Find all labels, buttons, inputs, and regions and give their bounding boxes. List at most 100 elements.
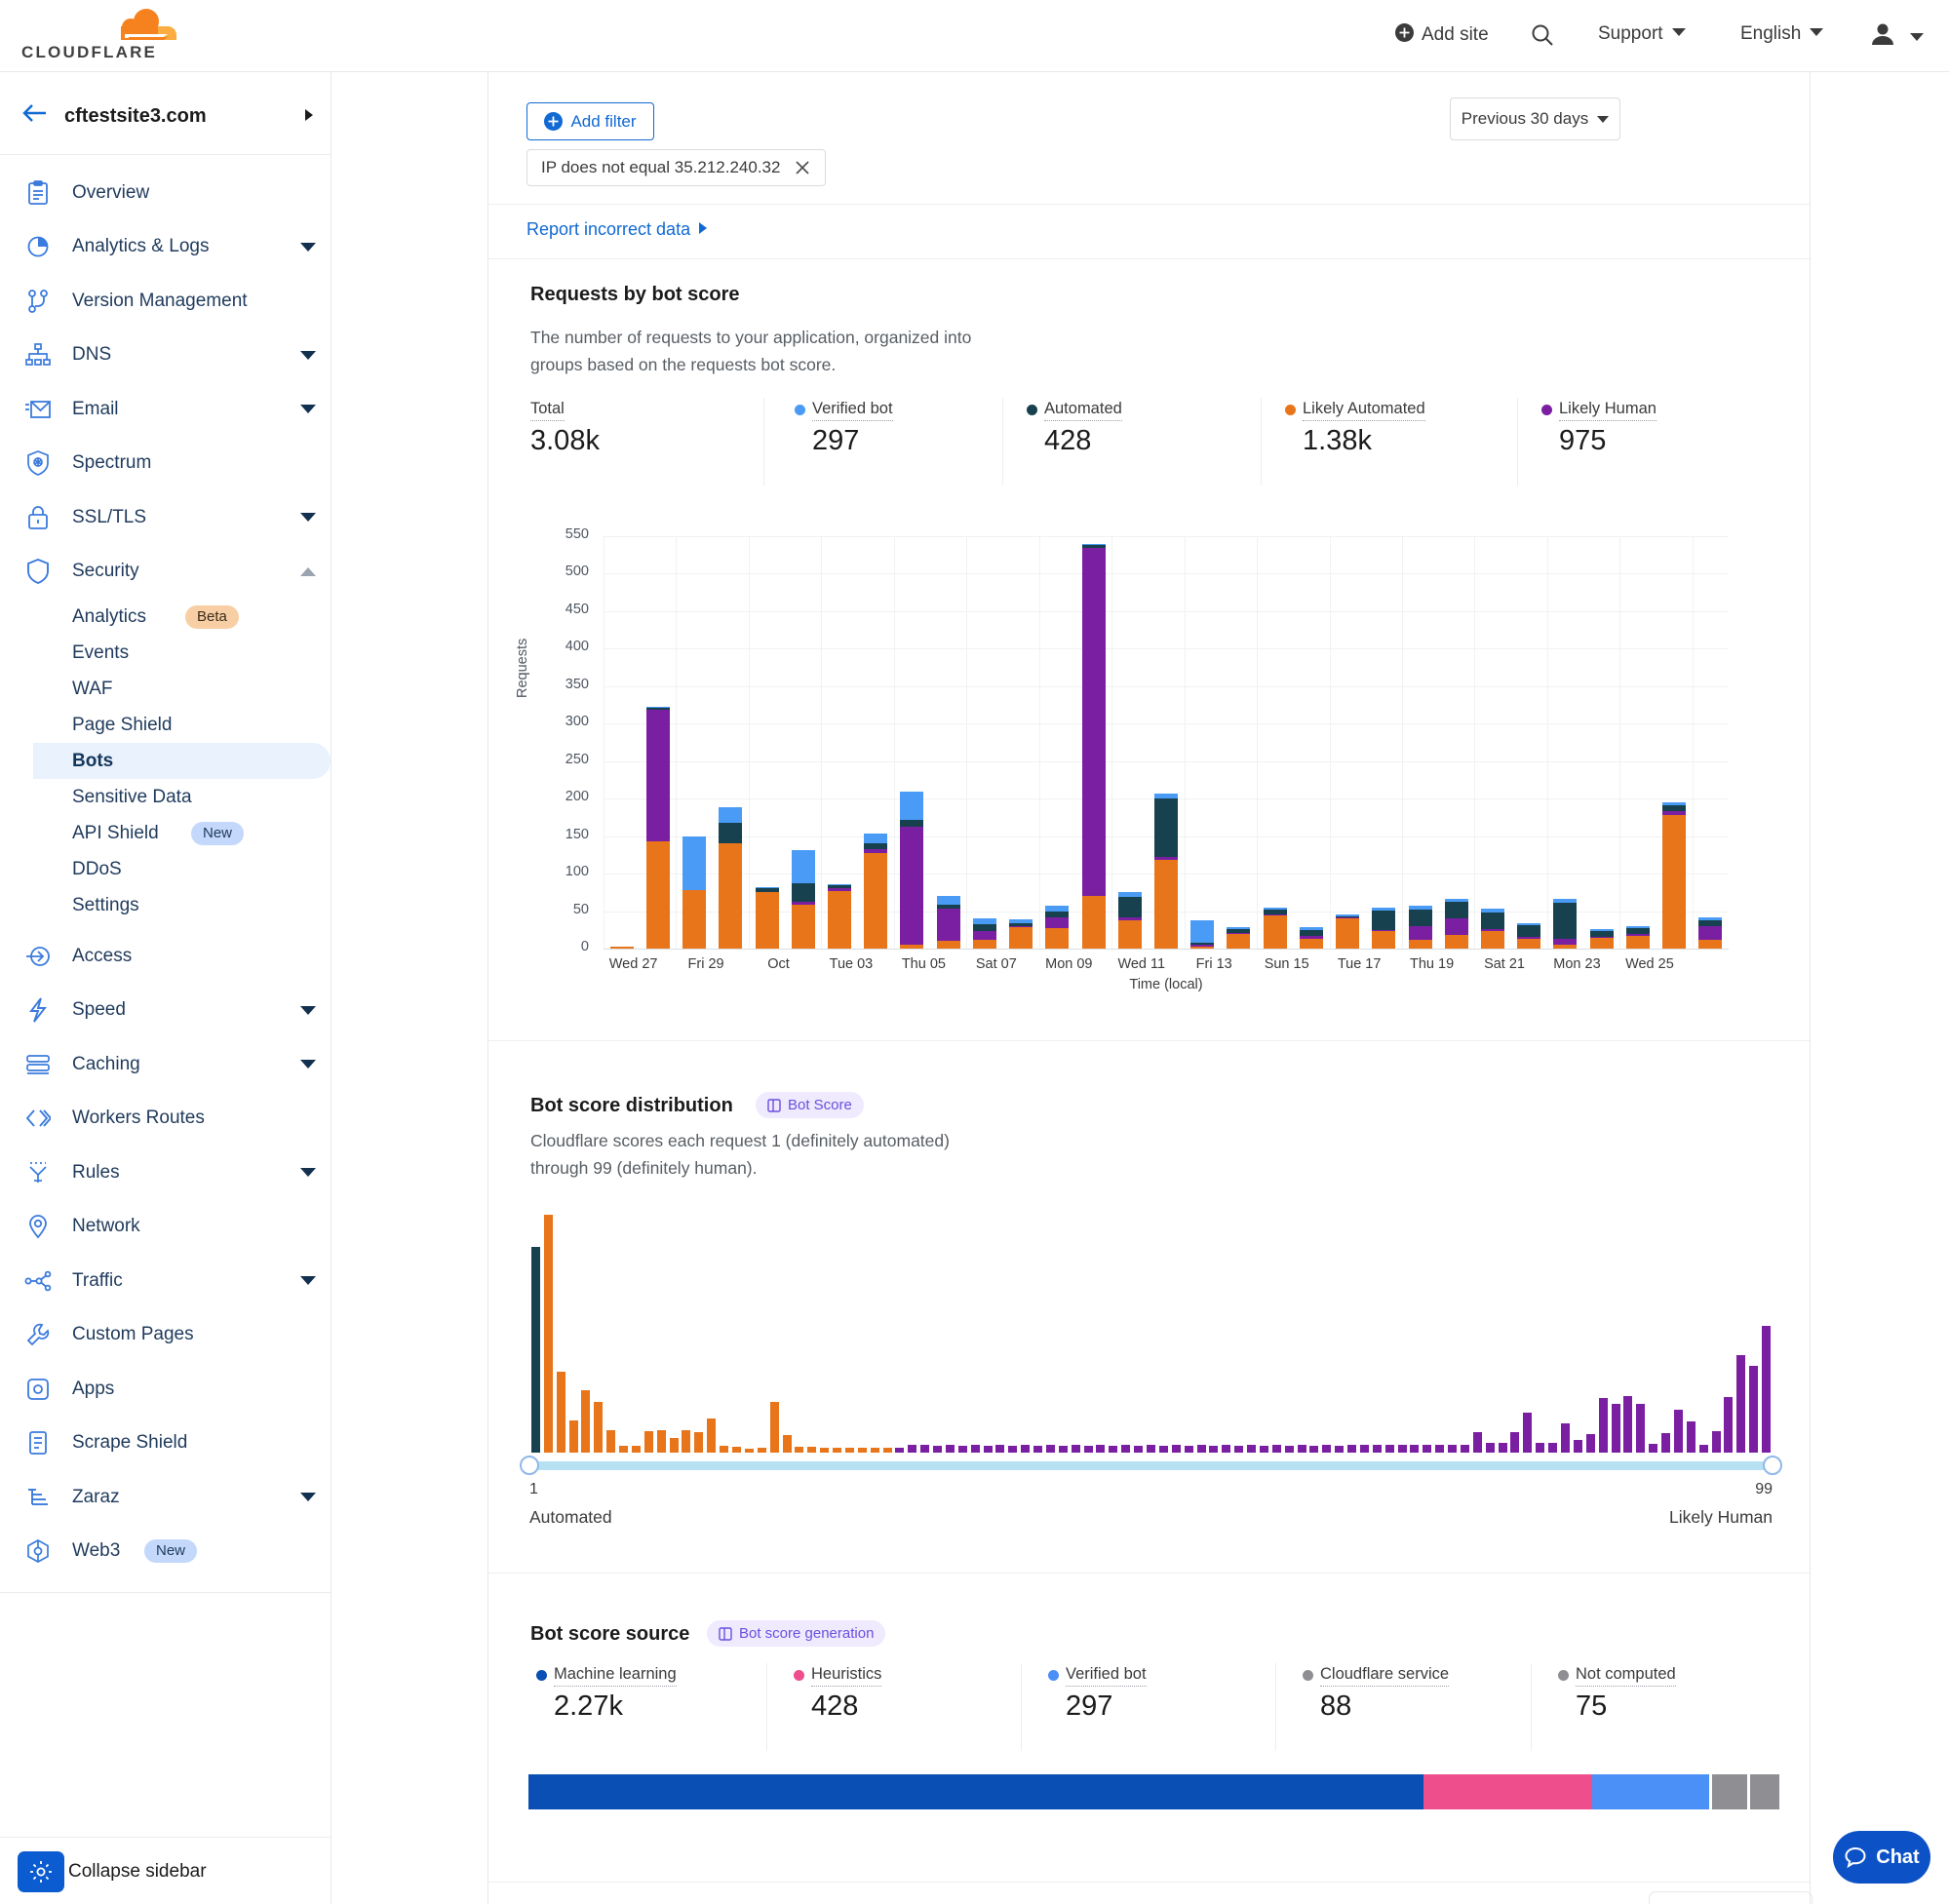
sidebar-item-version-management[interactable]: Version Management — [0, 274, 331, 329]
distribution-bar[interactable] — [1072, 1445, 1080, 1453]
chevron-down-icon[interactable] — [300, 1006, 316, 1015]
distribution-bar[interactable] — [1285, 1446, 1294, 1453]
distribution-bar[interactable] — [1147, 1445, 1155, 1453]
sidebar-item-access[interactable]: Access — [0, 929, 331, 984]
distribution-bar[interactable] — [745, 1449, 754, 1453]
distribution-bar[interactable] — [1373, 1445, 1382, 1453]
chart-bar[interactable] — [1118, 892, 1142, 949]
distribution-bar[interactable] — [1486, 1443, 1495, 1453]
distribution-bar[interactable] — [1435, 1445, 1444, 1453]
distribution-bar[interactable] — [1121, 1445, 1130, 1453]
distribution-bar[interactable] — [569, 1420, 578, 1453]
chevron-down-icon[interactable] — [300, 1493, 316, 1501]
distribution-bar[interactable] — [1309, 1446, 1318, 1453]
distribution-bar[interactable] — [720, 1446, 728, 1453]
sidebar-item-network[interactable]: Network — [0, 1200, 331, 1255]
chart-bar[interactable] — [1336, 914, 1359, 949]
distribution-bar[interactable] — [707, 1418, 716, 1453]
chart-bar[interactable] — [1009, 919, 1033, 949]
chart-bar[interactable] — [1372, 908, 1395, 949]
distribution-bar[interactable] — [858, 1448, 867, 1453]
chart-bar[interactable] — [1190, 920, 1214, 949]
distribution-bar[interactable] — [1046, 1445, 1055, 1453]
distribution-bar[interactable] — [1134, 1446, 1143, 1453]
distribution-bar[interactable] — [732, 1447, 741, 1453]
distribution-bar[interactable] — [606, 1430, 615, 1453]
distribution-bar[interactable] — [1272, 1445, 1281, 1453]
distribution-bar[interactable] — [1749, 1366, 1758, 1453]
requests-plot-area[interactable]: 050100150200250300350400450500550Wed 27F… — [604, 536, 1729, 949]
chevron-up-icon[interactable] — [300, 567, 316, 576]
sidebar-item-zaraz[interactable]: Zaraz — [0, 1470, 331, 1525]
distribution-bar[interactable] — [1247, 1445, 1256, 1453]
sidebar-item-speed[interactable]: Speed — [0, 984, 331, 1038]
distribution-bar[interactable] — [1209, 1446, 1218, 1453]
source-segment-heuristics[interactable] — [1423, 1774, 1592, 1809]
distribution-bar[interactable] — [1473, 1432, 1482, 1453]
bot-score-generation-badge[interactable]: Bot score generation — [707, 1620, 885, 1647]
distribution-bar[interactable] — [883, 1448, 892, 1453]
distribution-bar[interactable] — [1499, 1443, 1507, 1453]
distribution-bar[interactable] — [531, 1247, 540, 1453]
sidebar-item-dns[interactable]: DNS — [0, 329, 331, 383]
distribution-bar[interactable] — [1398, 1445, 1407, 1453]
chart-bar[interactable] — [937, 896, 960, 949]
distribution-bar[interactable] — [1385, 1445, 1394, 1453]
chat-button[interactable]: Chat — [1833, 1831, 1930, 1884]
bot-score-range-slider[interactable] — [529, 1461, 1773, 1470]
cloudflare-logo[interactable]: CLOUDFLARE — [21, 4, 197, 64]
distribution-bar[interactable] — [1649, 1444, 1657, 1453]
distribution-bar[interactable] — [1159, 1446, 1168, 1453]
distribution-bar[interactable] — [1636, 1404, 1645, 1453]
chart-bar[interactable] — [1553, 899, 1577, 949]
distribution-bar[interactable] — [770, 1402, 779, 1453]
chart-bar[interactable] — [792, 850, 815, 949]
distribution-bar[interactable] — [984, 1446, 993, 1453]
distribution-bar[interactable] — [1661, 1433, 1670, 1453]
user-menu[interactable] — [1868, 19, 1924, 54]
distribution-bar[interactable] — [833, 1448, 841, 1453]
distribution-bar[interactable] — [1623, 1396, 1632, 1453]
sidebar-item-api-shield[interactable]: API Shield New — [0, 815, 331, 851]
distribution-bar[interactable] — [807, 1447, 816, 1453]
distribution-bar[interactable] — [1172, 1445, 1181, 1453]
chart-bar[interactable] — [1264, 908, 1287, 949]
chart-bar[interactable] — [1481, 909, 1504, 949]
chart-bar[interactable] — [1517, 923, 1540, 949]
chart-bar[interactable] — [682, 836, 706, 949]
distribution-bar[interactable] — [1612, 1404, 1620, 1453]
distribution-bar[interactable] — [946, 1445, 955, 1453]
date-range-selector[interactable]: Previous 30 days — [1450, 97, 1620, 140]
source-segment-machine-learning[interactable] — [528, 1774, 1423, 1809]
distribution-bar[interactable] — [1561, 1423, 1570, 1453]
distribution-bar[interactable] — [908, 1445, 916, 1453]
bot-score-distribution-chart[interactable] — [529, 1215, 1773, 1453]
distribution-bar[interactable] — [1096, 1445, 1105, 1453]
distribution-bar[interactable] — [544, 1215, 553, 1453]
chevron-down-icon[interactable] — [300, 243, 316, 252]
distribution-bar[interactable] — [619, 1446, 628, 1453]
source-segment-verified-bot[interactable] — [1592, 1774, 1709, 1809]
distribution-bar[interactable] — [820, 1448, 829, 1453]
source-segment-cloudflare-service[interactable] — [1712, 1774, 1747, 1809]
support-menu[interactable]: Support — [1598, 23, 1686, 45]
distribution-bar[interactable] — [1687, 1421, 1696, 1453]
bot-score-badge[interactable]: Bot Score — [756, 1092, 864, 1118]
add-site-button[interactable]: Add site — [1395, 23, 1489, 48]
sidebar-item-scrape-shield[interactable]: Scrape Shield — [0, 1417, 331, 1471]
distribution-bar[interactable] — [1197, 1445, 1206, 1453]
distribution-bar[interactable] — [1347, 1445, 1356, 1453]
search-icon[interactable] — [1529, 21, 1556, 54]
chart-bar[interactable] — [1409, 906, 1432, 949]
close-icon[interactable] — [794, 159, 811, 176]
collapse-sidebar-label[interactable]: Collapse sidebar — [68, 1861, 207, 1883]
chart-bar[interactable] — [1082, 544, 1106, 949]
sidebar-item-caching[interactable]: Caching — [0, 1037, 331, 1092]
chevron-down-icon[interactable] — [300, 1276, 316, 1285]
sidebar-item-email[interactable]: Email — [0, 382, 331, 437]
distribution-bar[interactable] — [657, 1430, 666, 1453]
sidebar-item-events[interactable]: Events — [0, 635, 331, 671]
distribution-bar[interactable] — [1599, 1398, 1608, 1453]
distribution-bar[interactable] — [1674, 1410, 1683, 1453]
chart-bar[interactable] — [973, 918, 996, 949]
